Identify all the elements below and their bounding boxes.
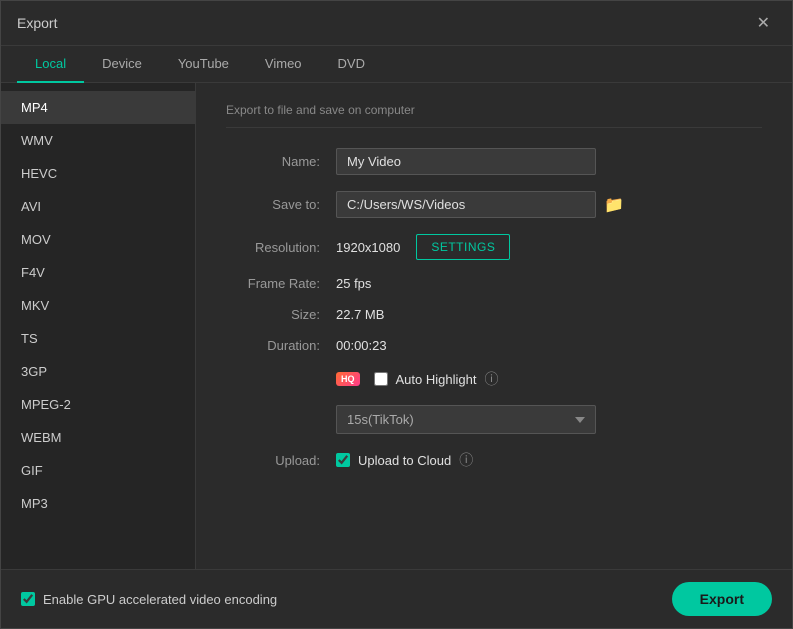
resolution-value-row: 1920x1080 SETTINGS [336, 234, 510, 260]
framerate-value: 25 fps [336, 276, 371, 291]
auto-highlight-info-icon[interactable]: ⓘ [484, 369, 498, 389]
auto-highlight-label[interactable]: Auto Highlight [396, 372, 477, 387]
duration-row: Duration: 00:00:23 [226, 338, 762, 353]
gpu-checkbox[interactable] [21, 592, 35, 606]
sidebar-item-avi[interactable]: AVI [1, 190, 195, 223]
tab-bar: Local Device YouTube Vimeo DVD [1, 46, 792, 83]
format-sidebar: MP4 WMV HEVC AVI MOV F4V MKV TS 3GP MPEG… [1, 83, 196, 569]
sidebar-item-wmv[interactable]: WMV [1, 124, 195, 157]
sidebar-item-mp4[interactable]: MP4 [1, 91, 195, 124]
sidebar-item-gif[interactable]: GIF [1, 454, 195, 487]
content-area: MP4 WMV HEVC AVI MOV F4V MKV TS 3GP MPEG… [1, 83, 792, 569]
settings-button[interactable]: SETTINGS [416, 234, 510, 260]
resolution-value: 1920x1080 [336, 240, 400, 255]
resolution-label: Resolution: [226, 240, 336, 255]
saveto-path-row: 📁 [336, 191, 624, 218]
sidebar-item-mpeg2[interactable]: MPEG-2 [1, 388, 195, 421]
framerate-label: Frame Rate: [226, 276, 336, 291]
hq-badge: HQ [336, 372, 360, 386]
gpu-label[interactable]: Enable GPU accelerated video encoding [43, 592, 277, 607]
sidebar-item-ts[interactable]: TS [1, 322, 195, 355]
tab-vimeo[interactable]: Vimeo [247, 46, 320, 83]
duration-label: Duration: [226, 338, 336, 353]
sidebar-item-mkv[interactable]: MKV [1, 289, 195, 322]
upload-cloud-info-icon[interactable]: ⓘ [459, 450, 473, 470]
folder-icon[interactable]: 📁 [604, 195, 624, 215]
upload-cloud-label[interactable]: Upload to Cloud [358, 453, 451, 468]
name-label: Name: [226, 154, 336, 169]
size-value: 22.7 MB [336, 307, 384, 322]
close-button[interactable]: ✕ [751, 11, 776, 35]
window-title: Export [17, 15, 57, 31]
auto-highlight-checkbox-row: Auto Highlight ⓘ [374, 369, 499, 389]
auto-highlight-checkbox[interactable] [374, 372, 388, 386]
upload-cloud-checkbox-row: Upload to Cloud ⓘ [336, 450, 473, 470]
tab-dvd[interactable]: DVD [320, 46, 383, 83]
sidebar-item-3gp[interactable]: 3GP [1, 355, 195, 388]
saveto-row: Save to: 📁 [226, 191, 762, 218]
duration-dropdown[interactable]: 15s(TikTok) 30s(Instagram) 60s(YouTube) [336, 405, 596, 434]
main-panel: Export to file and save on computer Name… [196, 83, 792, 569]
sidebar-item-mp3[interactable]: MP3 [1, 487, 195, 520]
sidebar-item-webm[interactable]: WEBM [1, 421, 195, 454]
upload-row: Upload: Upload to Cloud ⓘ [226, 450, 762, 470]
export-subtitle: Export to file and save on computer [226, 103, 762, 128]
upload-label: Upload: [226, 453, 336, 468]
name-row: Name: [226, 148, 762, 175]
sidebar-item-f4v[interactable]: F4V [1, 256, 195, 289]
size-label: Size: [226, 307, 336, 322]
size-row: Size: 22.7 MB [226, 307, 762, 322]
sidebar-item-hevc[interactable]: HEVC [1, 157, 195, 190]
saveto-label: Save to: [226, 197, 336, 212]
resolution-row: Resolution: 1920x1080 SETTINGS [226, 234, 762, 260]
upload-cloud-checkbox[interactable] [336, 453, 350, 467]
tab-device[interactable]: Device [84, 46, 160, 83]
tab-local[interactable]: Local [17, 46, 84, 83]
bottom-bar: Enable GPU accelerated video encoding Ex… [1, 569, 792, 628]
export-window: Export ✕ Local Device YouTube Vimeo DVD … [0, 0, 793, 629]
name-input[interactable] [336, 148, 596, 175]
sidebar-item-mov[interactable]: MOV [1, 223, 195, 256]
tiktok-dropdown-row: 15s(TikTok) 30s(Instagram) 60s(YouTube) [336, 405, 762, 434]
tab-youtube[interactable]: YouTube [160, 46, 247, 83]
gpu-row: Enable GPU accelerated video encoding [21, 592, 277, 607]
framerate-row: Frame Rate: 25 fps [226, 276, 762, 291]
duration-value: 00:00:23 [336, 338, 387, 353]
title-bar: Export ✕ [1, 1, 792, 46]
saveto-input[interactable] [336, 191, 596, 218]
export-button[interactable]: Export [672, 582, 772, 616]
auto-highlight-row: HQ Auto Highlight ⓘ [226, 369, 762, 389]
